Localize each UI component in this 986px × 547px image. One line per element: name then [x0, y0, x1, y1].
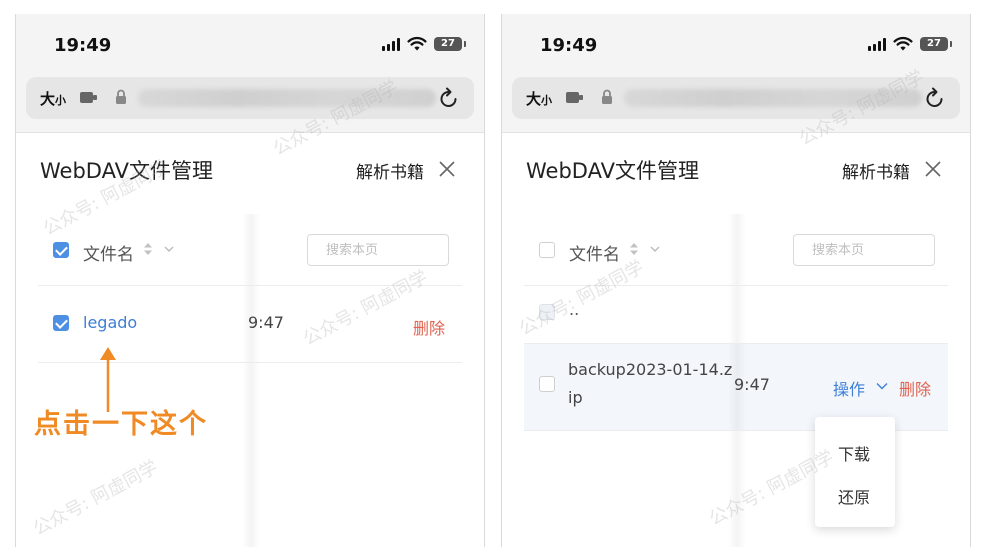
modified-time-cell: 9:47 — [248, 313, 284, 332]
cellular-signal-icon — [382, 37, 400, 51]
chevron-down-icon[interactable] — [650, 245, 660, 253]
extension-icon[interactable] — [80, 91, 98, 104]
parent-directory-link[interactable]: .. — [569, 300, 579, 319]
watermark: 公众号: 阿虚同学 — [29, 456, 162, 540]
search-input-wrapper — [307, 234, 449, 266]
phone-screen-left: 19:49 27 大小 WebDAV文件管理 解析书籍 文件名 搜索本页 leg… — [15, 14, 485, 547]
modified-time-cell: 9:47 — [734, 375, 770, 394]
lock-icon — [602, 89, 612, 104]
screenshot-stage: 19:49 27 大小 WebDAV文件管理 解析书籍 文件名 搜索本页 leg… — [0, 0, 986, 547]
operations-dropdown: 下载 还原 — [815, 417, 895, 527]
column-header-filename[interactable]: 文件名 — [569, 240, 620, 265]
blurred-url — [138, 89, 436, 107]
status-icons: 27 — [382, 36, 466, 52]
chevron-down-icon[interactable] — [876, 382, 888, 390]
chevron-down-icon[interactable] — [164, 245, 174, 253]
delete-button[interactable]: 删除 — [899, 376, 931, 400]
file-name-backup-wrap[interactable]: ip — [568, 388, 583, 407]
sort-icon[interactable] — [629, 242, 639, 256]
extension-icon[interactable] — [566, 91, 584, 104]
text-size-button[interactable]: 大小 — [40, 88, 66, 109]
panel-title: WebDAV文件管理 — [526, 159, 699, 183]
scroll-shadow — [242, 214, 260, 547]
row-checkbox-backup[interactable] — [539, 376, 555, 392]
watermark: 公众号: 阿虚同学 — [299, 266, 432, 350]
lock-icon — [116, 89, 126, 104]
address-bar[interactable]: 大小 — [26, 77, 474, 119]
row-divider — [524, 343, 948, 344]
header-divider — [524, 285, 948, 286]
select-all-checkbox[interactable] — [53, 242, 69, 258]
folder-link-legado[interactable]: legado — [83, 313, 137, 332]
battery-icon: 27 — [920, 37, 952, 51]
search-input[interactable] — [308, 235, 448, 265]
parse-books-button[interactable]: 解析书籍 — [842, 158, 910, 183]
search-input[interactable] — [794, 235, 934, 265]
annotation-text: 点击一下这个 — [34, 409, 208, 440]
text-size-button[interactable]: 大小 — [526, 88, 552, 109]
header-divider — [38, 285, 462, 286]
browser-chrome: 19:49 27 大小 — [16, 14, 484, 133]
file-name-backup[interactable]: backup2023-01-14.z — [568, 360, 732, 379]
operations-menu-button[interactable]: 操作 — [833, 376, 865, 400]
phone-screen-right: 19:49 27 大小 WebDAV文件管理 解析书籍 文件名 搜索本页 .. … — [501, 14, 971, 547]
watermark: 公众号: 阿虚同学 — [515, 256, 648, 340]
status-time: 19:49 — [54, 35, 112, 56]
column-header-filename[interactable]: 文件名 — [83, 240, 134, 265]
cellular-signal-icon — [868, 37, 886, 51]
row-checkbox-parent — [539, 304, 555, 320]
reload-icon[interactable] — [924, 86, 946, 110]
browser-chrome: 19:49 27 大小 — [502, 14, 970, 133]
battery-icon: 27 — [434, 37, 466, 51]
wifi-icon — [407, 36, 427, 51]
select-all-checkbox[interactable] — [539, 242, 555, 258]
close-icon[interactable] — [924, 160, 942, 178]
close-icon[interactable] — [438, 160, 456, 178]
address-bar[interactable]: 大小 — [512, 77, 960, 119]
parse-books-button[interactable]: 解析书籍 — [356, 158, 424, 183]
panel-title: WebDAV文件管理 — [40, 159, 213, 183]
row-checkbox-legado[interactable] — [53, 315, 69, 331]
blurred-url — [624, 89, 922, 107]
restore-menu-item[interactable]: 还原 — [838, 484, 870, 508]
reload-icon[interactable] — [438, 86, 460, 110]
status-time: 19:49 — [540, 35, 598, 56]
wifi-icon — [893, 36, 913, 51]
delete-button[interactable]: 删除 — [413, 315, 445, 339]
sort-icon[interactable] — [143, 242, 153, 256]
status-icons: 27 — [868, 36, 952, 52]
download-menu-item[interactable]: 下载 — [838, 441, 870, 465]
search-input-wrapper — [793, 234, 935, 266]
